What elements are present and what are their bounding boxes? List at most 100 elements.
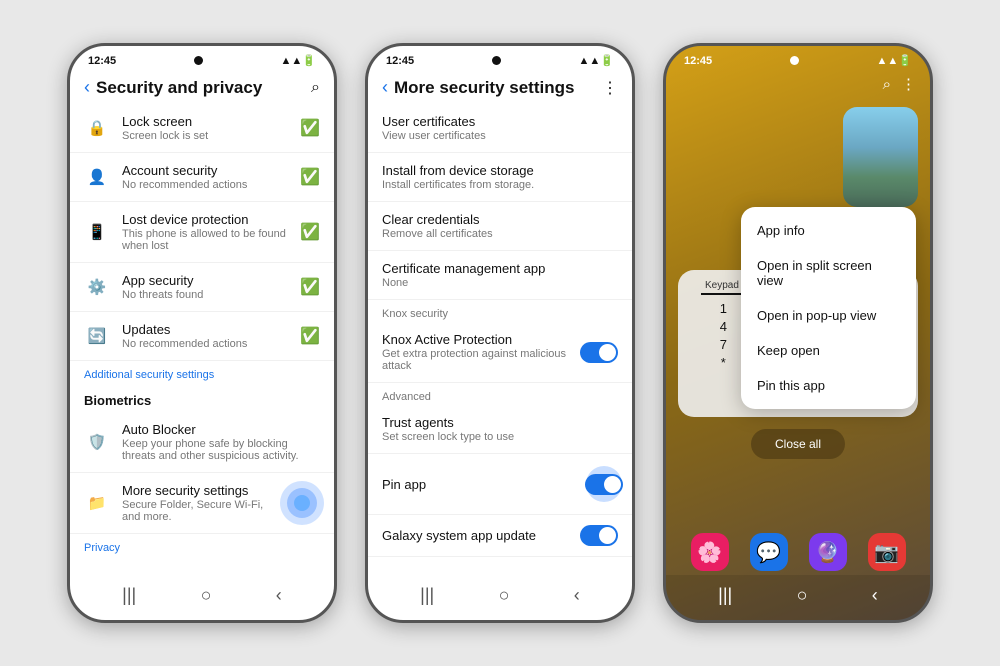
camera-dot-2 (492, 56, 501, 65)
lost-device-icon: 📱 (84, 219, 110, 245)
pin-app-ripple (584, 464, 624, 504)
phone3: 12:45 ▲▲🔋 ⌕ ⋮ App info Open in split scr… (663, 43, 933, 623)
updates-title: Updates (122, 322, 288, 337)
key-7[interactable]: 7 (709, 337, 737, 352)
signal-icons-2: ▲▲🔋 (579, 54, 614, 67)
context-app-info[interactable]: App info (741, 213, 916, 248)
status-bar-1: 12:45 ▲▲🔋 (70, 46, 334, 71)
auto-blocker-title: Auto Blocker (122, 422, 320, 437)
setting-auto-blocker[interactable]: 🛡️ Auto Blocker Keep your phone safe by … (70, 412, 334, 473)
setting-pin-app[interactable]: Pin app (368, 454, 632, 515)
setting-clear-credentials[interactable]: Clear credentials Remove all certificate… (368, 202, 632, 251)
bottom-nav-1: ||| ○ ‹ (70, 575, 334, 620)
settings-list-1: 🔒 Lock screen Screen lock is set ✅ 👤 Acc… (70, 104, 334, 575)
setting-knox-protection[interactable]: Knox Active Protection Get extra protect… (368, 322, 632, 383)
camera-dot-1 (194, 56, 203, 65)
lost-device-check: ✅ (300, 222, 320, 242)
lost-device-sub: This phone is allowed to be found when l… (122, 228, 288, 252)
clear-credentials-title: Clear credentials (382, 212, 618, 227)
key-4[interactable]: 4 (709, 319, 737, 334)
time-1: 12:45 (88, 55, 116, 67)
dock-3: 🌸 💬 🔮 📷 (666, 527, 930, 575)
setting-updates[interactable]: 🔄 Updates No recommended actions ✅ (70, 312, 334, 361)
setting-user-certs[interactable]: User certificates View user certificates (368, 104, 632, 153)
nav-home-3[interactable]: ○ (797, 585, 808, 606)
camera-dot-3 (790, 56, 799, 65)
search-icon-3[interactable]: ⌕ (883, 76, 891, 93)
app-security-title: App security (122, 273, 288, 288)
bottom-nav-3: ||| ○ ‹ (666, 575, 930, 620)
lock-icon: 🔒 (84, 115, 110, 141)
setting-cert-mgmt[interactable]: Certificate management app None (368, 251, 632, 300)
account-icon: 👤 (84, 164, 110, 190)
updates-sub: No recommended actions (122, 338, 288, 350)
lock-screen-sub: Screen lock is set (122, 130, 288, 142)
pin-app-toggle[interactable] (585, 474, 623, 495)
key-star[interactable]: * (709, 355, 737, 370)
nav-back-3[interactable]: ‹ (872, 585, 878, 606)
install-storage-title: Install from device storage (382, 163, 618, 178)
phone3-header: ⌕ ⋮ (666, 71, 930, 97)
signal-icons-1: ▲▲🔋 (281, 54, 316, 67)
setting-install-storage[interactable]: Install from device storage Install cert… (368, 153, 632, 202)
nav-recent-3[interactable]: ||| (718, 585, 732, 606)
privacy-section-label: Privacy (70, 534, 334, 558)
nav-recent-1[interactable]: ||| (122, 585, 136, 606)
menu-icon-3[interactable]: ⋮ (901, 75, 916, 93)
more-security-title: More security settings (122, 483, 274, 498)
time-2: 12:45 (386, 55, 414, 67)
context-pin-app[interactable]: Pin this app (741, 368, 916, 403)
auto-blocker-sub: Keep your phone safe by blocking threats… (122, 438, 320, 462)
more-security-sub: Secure Folder, Secure Wi-Fi, and more. (122, 499, 274, 523)
context-split-screen[interactable]: Open in split screen view (741, 248, 916, 298)
dock-icon-messages[interactable]: 💬 (750, 533, 788, 571)
bottom-nav-2: ||| ○ ‹ (368, 575, 632, 620)
page-title-1: Security and privacy (96, 78, 305, 98)
back-button-1[interactable]: ‹ (84, 77, 90, 98)
key-1[interactable]: 1 (709, 301, 737, 316)
app-security-sub: No threats found (122, 289, 288, 301)
biometrics-header: Biometrics (70, 385, 334, 412)
keypad-tab-keypad[interactable]: Keypad (701, 278, 743, 295)
more-menu-2[interactable]: ⋮ (602, 78, 618, 98)
galaxy-update-toggle[interactable] (580, 525, 618, 546)
phone1: 12:45 ▲▲🔋 ‹ Security and privacy ⌕ 🔒 Loc… (67, 43, 337, 623)
search-icon-1[interactable]: ⌕ (311, 79, 320, 97)
cert-mgmt-sub: None (382, 277, 618, 289)
app-security-check: ✅ (300, 277, 320, 297)
page-title-2: More security settings (394, 78, 596, 98)
account-check: ✅ (300, 167, 320, 187)
close-all-button[interactable]: Close all (751, 429, 845, 459)
back-button-2[interactable]: ‹ (382, 77, 388, 98)
context-popup-view[interactable]: Open in pop-up view (741, 298, 916, 333)
nav-home-1[interactable]: ○ (201, 585, 212, 606)
setting-app-security[interactable]: ⚙️ App security No threats found ✅ (70, 263, 334, 312)
setting-lock-screen[interactable]: 🔒 Lock screen Screen lock is set ✅ (70, 104, 334, 153)
galaxy-update-title: Galaxy system app update (382, 528, 568, 543)
dock-icon-bixby[interactable]: 🔮 (809, 533, 847, 571)
setting-lost-device[interactable]: 📱 Lost device protection This phone is a… (70, 202, 334, 263)
nav-home-2[interactable]: ○ (499, 585, 510, 606)
setting-trust-agents[interactable]: Trust agents Set screen lock type to use (368, 405, 632, 454)
phone2: 12:45 ▲▲🔋 ‹ More security settings ⋮ Use… (365, 43, 635, 623)
account-security-title: Account security (122, 163, 288, 178)
context-keep-open[interactable]: Keep open (741, 333, 916, 368)
header-1: ‹ Security and privacy ⌕ (70, 71, 334, 104)
settings-list-2: User certificates View user certificates… (368, 104, 632, 575)
nav-back-1[interactable]: ‹ (276, 585, 282, 606)
setting-more-security[interactable]: 📁 More security settings Secure Folder, … (70, 473, 334, 534)
knox-toggle[interactable] (580, 342, 618, 363)
updates-check: ✅ (300, 326, 320, 346)
dock-icon-daisy[interactable]: 🌸 (691, 533, 729, 571)
setting-account-security[interactable]: 👤 Account security No recommended action… (70, 153, 334, 202)
auto-blocker-icon: 🛡️ (84, 429, 110, 455)
lock-screen-title: Lock screen (122, 114, 288, 129)
nav-back-2[interactable]: ‹ (574, 585, 580, 606)
recent-app-card[interactable] (843, 107, 918, 207)
ripple-animation (280, 481, 324, 525)
setting-galaxy-update[interactable]: Galaxy system app update (368, 515, 632, 557)
context-menu: App info Open in split screen view Open … (741, 207, 916, 409)
nav-recent-2[interactable]: ||| (420, 585, 434, 606)
dock-icon-camera[interactable]: 📷 (868, 533, 906, 571)
knox-label: Knox security (368, 300, 632, 322)
